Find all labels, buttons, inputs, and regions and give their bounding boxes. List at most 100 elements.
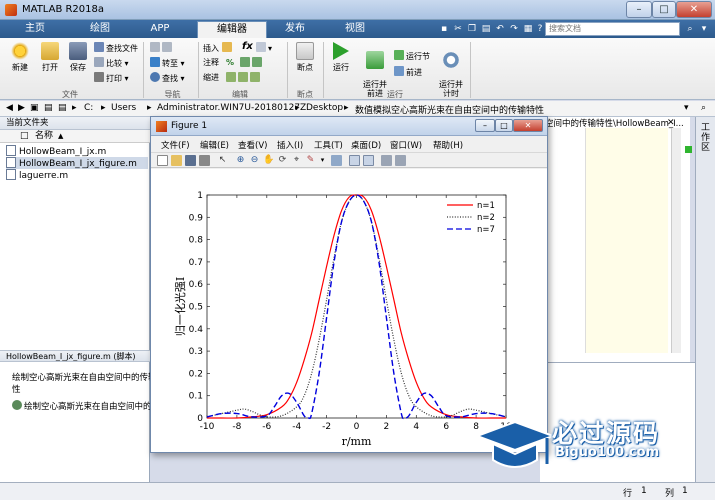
- file-item-selected[interactable]: HollowBeam_I_jx_figure.m: [6, 157, 148, 169]
- cut-icon[interactable]: ✂: [452, 23, 464, 35]
- insert-more-icon[interactable]: ▾: [256, 42, 272, 54]
- run-section-label: 运行节: [406, 52, 430, 61]
- tab-apps[interactable]: APP: [135, 20, 185, 38]
- figure-minimize-button[interactable]: –: [475, 119, 495, 132]
- tab-plots[interactable]: 绘图: [75, 20, 125, 38]
- close-button[interactable]: ✕: [676, 1, 712, 18]
- pan-icon[interactable]: ✋: [263, 155, 274, 166]
- tab-editor[interactable]: 编辑器: [197, 21, 267, 38]
- edit-plot-icon[interactable]: ↖: [217, 155, 228, 166]
- comment-icons[interactable]: [240, 57, 264, 69]
- fx-button[interactable]: fx: [242, 41, 253, 53]
- open-button[interactable]: 打开: [36, 42, 64, 73]
- link-plot-icon[interactable]: [331, 155, 342, 166]
- brush-dropdown-icon[interactable]: ▾: [317, 155, 328, 166]
- path-segment-desktop[interactable]: Desktop: [306, 103, 343, 113]
- tab-view[interactable]: 视图: [330, 20, 380, 38]
- path-dropdown-icon[interactable]: ▾: [684, 103, 689, 113]
- zoom-in-icon[interactable]: ⊕: [235, 155, 246, 166]
- colorbar-icon[interactable]: [349, 155, 360, 166]
- up-folder-icon[interactable]: ▣: [30, 103, 39, 113]
- name-column-header[interactable]: □ 名称 ▲: [0, 130, 150, 143]
- path-segment-folder[interactable]: 数值模拟空心高斯光束在自由空间中的传输特性: [355, 103, 544, 116]
- data-cursor-icon[interactable]: ⌖: [291, 155, 302, 166]
- rotate-3d-icon[interactable]: ⟳: [277, 155, 288, 166]
- run-time-button[interactable]: 运行并 计时: [436, 42, 466, 98]
- insert-button[interactable]: 插入: [203, 42, 234, 54]
- legend-icon[interactable]: [363, 155, 374, 166]
- redo-icon[interactable]: ↷: [508, 23, 520, 35]
- maximize-button[interactable]: □: [652, 1, 676, 18]
- goto-button[interactable]: 转至 ▾: [150, 57, 185, 69]
- editor-close-icon[interactable]: ✕: [667, 118, 675, 128]
- minimize-button[interactable]: –: [626, 1, 652, 18]
- menu-insert[interactable]: 插入(I): [277, 139, 303, 151]
- community-icon[interactable]: ▾: [698, 23, 710, 35]
- show-plot-tools-icon[interactable]: [395, 155, 406, 166]
- figure-window[interactable]: Figure 1 – □ ✕ 文件(F) 编辑(E) 查看(V) 插入(I) 工…: [150, 116, 548, 453]
- new-button[interactable]: 新建: [6, 42, 34, 73]
- figure-maximize-button[interactable]: □: [495, 119, 513, 132]
- row-label: 行: [623, 489, 633, 499]
- figure-title-bar[interactable]: Figure 1 – □ ✕: [151, 117, 547, 136]
- path-segment-user[interactable]: Administrator.WIN7U-20180127Z: [157, 103, 306, 113]
- breakpoint-icon: [296, 42, 314, 60]
- folder-icon[interactable]: ▤: [58, 103, 67, 113]
- browse-folder-icon[interactable]: ▤: [44, 103, 53, 113]
- comment-button[interactable]: 注释: [203, 57, 219, 69]
- m-file-icon: [6, 169, 16, 180]
- search-input[interactable]: 搜索文档: [545, 22, 680, 36]
- printer-icon: [94, 72, 104, 82]
- menu-view[interactable]: 查看(V): [238, 139, 267, 151]
- menu-tools[interactable]: 工具(T): [314, 139, 343, 151]
- search-folder-icon[interactable]: ⌕: [701, 103, 706, 113]
- menu-desktop[interactable]: 桌面(D): [351, 139, 381, 151]
- breakpoints-button[interactable]: 断点: [292, 42, 318, 73]
- menu-file[interactable]: 文件(F): [161, 139, 190, 151]
- switch-window-icon[interactable]: ▦: [522, 23, 534, 35]
- run-button[interactable]: 运行: [328, 42, 354, 73]
- print-button[interactable]: 打印 ▾: [94, 72, 129, 84]
- code-analyzer-icon: [685, 146, 692, 153]
- save-figure-icon[interactable]: [185, 155, 196, 166]
- compare-button[interactable]: 比较 ▾: [94, 57, 129, 69]
- indent-icons[interactable]: [226, 72, 262, 84]
- indent-button[interactable]: 缩进: [203, 72, 219, 84]
- menu-window[interactable]: 窗口(W): [390, 139, 422, 151]
- print-figure-icon[interactable]: [199, 155, 210, 166]
- back-arrow-icon[interactable]: ◀: [6, 103, 13, 113]
- new-figure-icon[interactable]: [157, 155, 168, 166]
- tab-home[interactable]: 主页: [10, 20, 60, 38]
- insert-icon: [221, 42, 232, 52]
- open-figure-icon[interactable]: [171, 155, 182, 166]
- figure-close-button[interactable]: ✕: [513, 119, 543, 132]
- find-button[interactable]: 查找 ▾: [150, 72, 185, 84]
- menu-edit[interactable]: 编辑(E): [200, 139, 229, 151]
- hide-plot-tools-icon[interactable]: [381, 155, 392, 166]
- file-item[interactable]: laguerre.m: [6, 169, 148, 181]
- file-item[interactable]: HollowBeam_I_jx.m: [6, 145, 148, 157]
- editor-scrollbar[interactable]: [671, 128, 681, 353]
- path-segment-drive[interactable]: C:: [84, 103, 93, 113]
- x-axis-label: r/mm: [342, 435, 372, 448]
- advance-button[interactable]: 前进: [394, 66, 422, 78]
- percent-icon[interactable]: %: [226, 57, 234, 69]
- row-value: 1: [641, 486, 647, 496]
- menu-help[interactable]: 帮助(H): [433, 139, 463, 151]
- tab-publish[interactable]: 发布: [270, 20, 320, 38]
- forward-arrow-icon[interactable]: ▶: [18, 103, 25, 113]
- undo-icon[interactable]: ↶: [494, 23, 506, 35]
- save-button[interactable]: 保存: [64, 42, 92, 73]
- path-segment-users[interactable]: Users: [111, 103, 136, 113]
- details-section[interactable]: 绘制空心高斯光束在自由空间中的: [12, 400, 152, 412]
- save-quick-icon[interactable]: ▪: [438, 23, 450, 35]
- group-label-edit: 编辑: [232, 90, 248, 99]
- copy-icon[interactable]: ❐: [466, 23, 478, 35]
- brush-icon[interactable]: ✎: [305, 155, 316, 166]
- nav-back-forward[interactable]: [150, 42, 174, 54]
- zoom-out-icon[interactable]: ⊖: [249, 155, 260, 166]
- find-files-button[interactable]: 查找文件: [94, 42, 138, 54]
- paste-icon[interactable]: ▤: [480, 23, 492, 35]
- run-section-button[interactable]: 运行节: [394, 50, 430, 62]
- search-icon[interactable]: ⌕: [684, 23, 696, 35]
